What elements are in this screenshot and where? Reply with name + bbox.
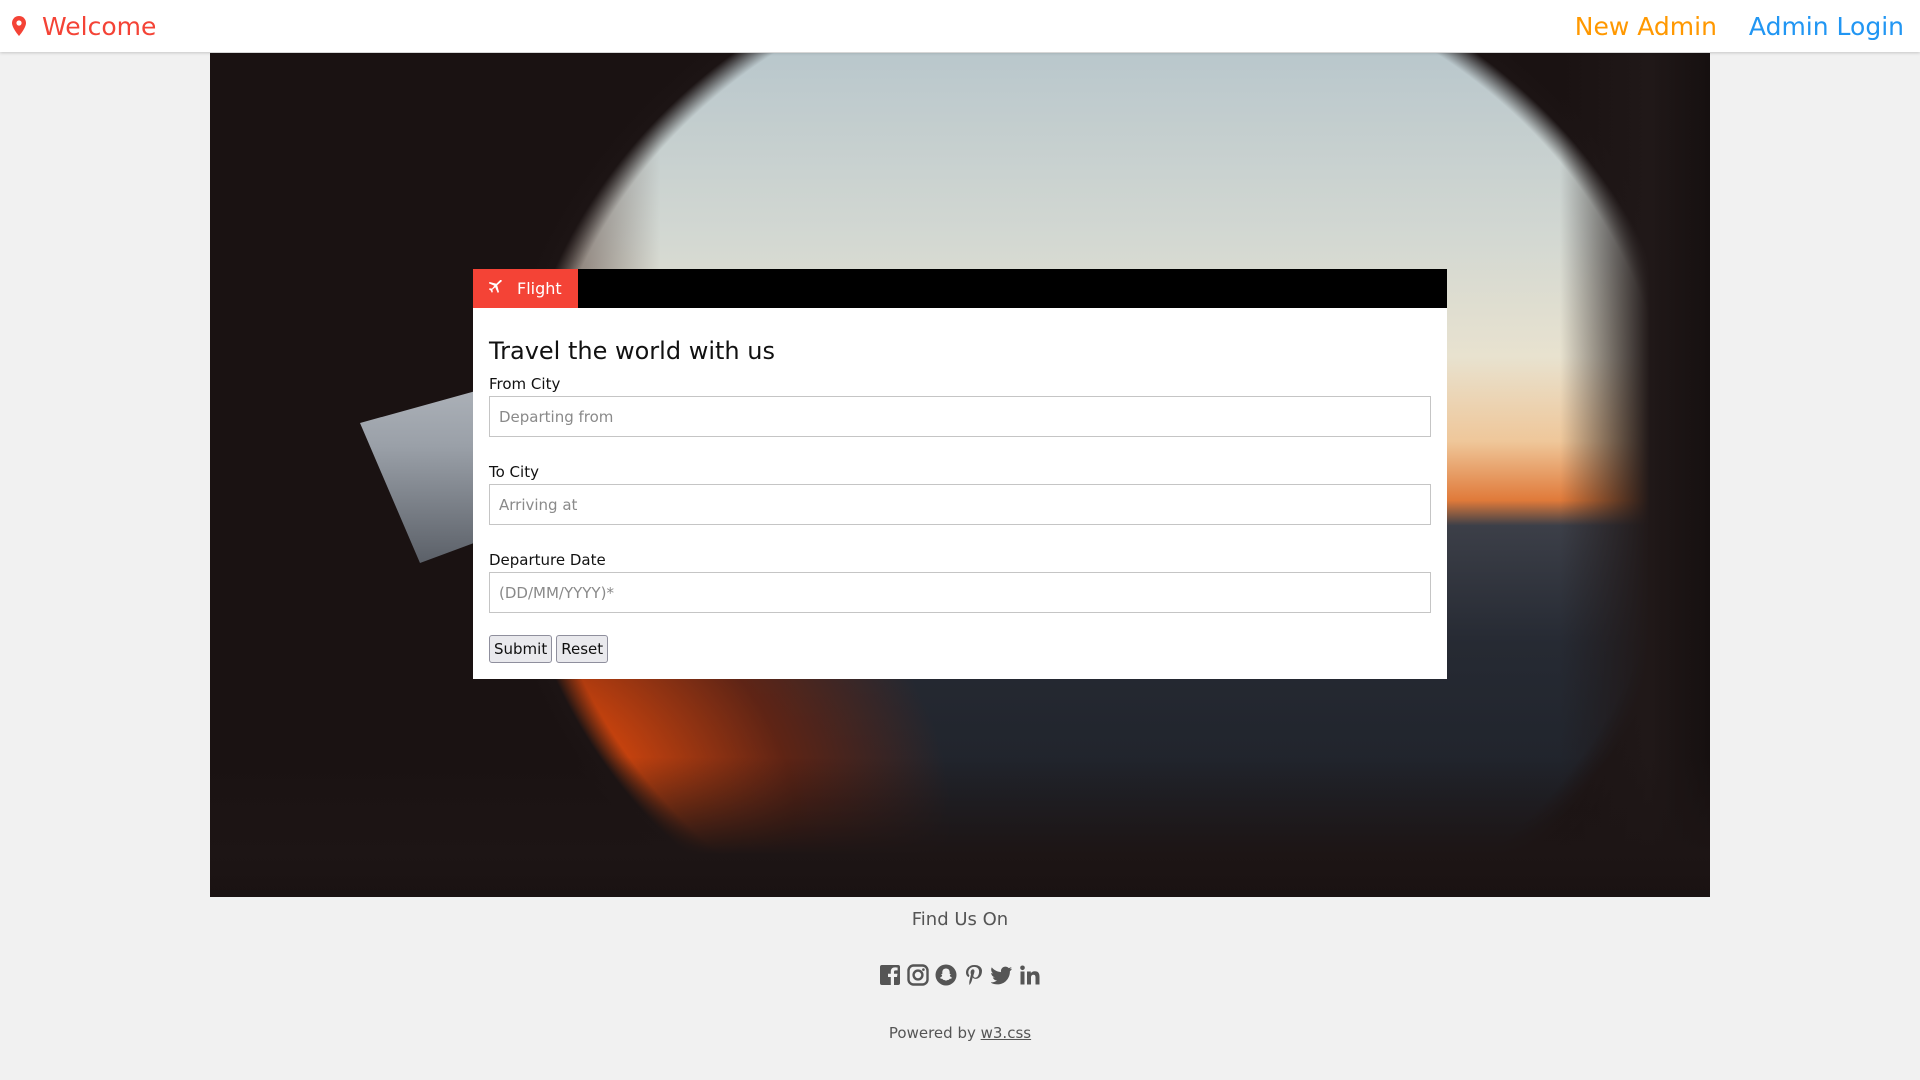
find-us-heading: Find Us On	[911, 909, 1009, 930]
to-city-label: To City	[489, 463, 539, 481]
departure-date-label: Departure Date	[489, 551, 606, 569]
linkedin-icon[interactable]	[1019, 964, 1041, 986]
plane-icon	[488, 279, 503, 298]
social-links	[0, 964, 1920, 988]
booking-card: Flight Travel the world with us From Cit…	[473, 269, 1447, 679]
from-city-input[interactable]	[489, 396, 1431, 437]
reset-button[interactable]: Reset	[556, 635, 609, 663]
facebook-icon[interactable]	[879, 964, 901, 986]
booking-form: Travel the world with us From City To Ci…	[473, 308, 1447, 679]
instagram-icon[interactable]	[907, 964, 929, 986]
nav-right-group: New Admin Admin Login	[1575, 0, 1904, 52]
from-city-label: From City	[489, 375, 561, 393]
powered-by-prefix: Powered by	[888, 1024, 981, 1042]
snapchat-icon[interactable]	[935, 964, 957, 986]
w3css-link[interactable]: w3.css	[981, 1024, 1031, 1042]
form-buttons: Submit Reset	[489, 635, 1431, 663]
welcome-label: Welcome	[42, 11, 157, 41]
admin-login-link[interactable]: Admin Login	[1749, 12, 1904, 41]
top-navbar: Welcome New Admin Admin Login	[0, 0, 1920, 52]
new-admin-link[interactable]: New Admin	[1575, 12, 1717, 41]
pinterest-icon[interactable]	[963, 964, 985, 986]
departure-date-input[interactable]	[489, 572, 1431, 613]
tab-flight[interactable]: Flight	[473, 269, 578, 308]
map-marker-icon	[12, 16, 26, 36]
to-city-input[interactable]	[489, 484, 1431, 525]
submit-button[interactable]: Submit	[489, 635, 553, 663]
window-frame-bottom	[210, 757, 1710, 897]
twitter-icon[interactable]	[990, 964, 1013, 986]
welcome-link[interactable]: Welcome	[12, 0, 156, 52]
powered-by: Powered by w3.css	[0, 1024, 1920, 1042]
tab-flight-label: Flight	[517, 279, 562, 298]
form-title: Travel the world with us	[489, 337, 775, 365]
booking-tabbar: Flight	[473, 269, 1447, 308]
footer: Find Us On Powered by w3.css	[0, 897, 1920, 1042]
